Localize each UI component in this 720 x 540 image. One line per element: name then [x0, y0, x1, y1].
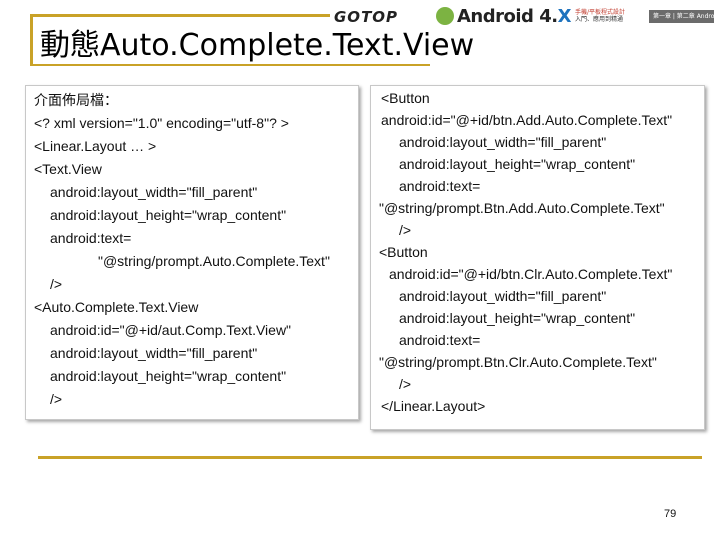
code-line: android:layout_height="wrap_content"	[399, 310, 636, 326]
code-line: android:text=	[50, 230, 132, 246]
book-logo-x: X	[557, 5, 572, 27]
code-line: android:id="@+id/btn.Add.Auto.Complete.T…	[381, 112, 673, 128]
code-line: android:layout_width="fill_parent"	[50, 345, 258, 361]
code-line: "@string/prompt.Btn.Add.Auto.Complete.Te…	[379, 200, 665, 216]
header-left-bracket	[30, 14, 33, 66]
code-line: android:layout_height="wrap_content"	[50, 207, 287, 223]
code-line: android:text=	[399, 178, 481, 194]
slide-title-cjk: 動態	[40, 28, 100, 63]
slide-title: 動態Auto.Complete.Text.View	[40, 28, 474, 64]
code-line: android:layout_height="wrap_content"	[50, 368, 287, 384]
chapter-strip: 第一章 | 第二章 Android 1.x ~ 4.x	[648, 9, 714, 23]
code-line: android:id="@+id/aut.Comp.Text.View"	[50, 322, 292, 338]
code-line: 介面佈局檔：	[34, 92, 118, 108]
code-line: android:layout_width="fill_parent"	[399, 288, 607, 304]
book-logo: Android 4.X	[457, 6, 571, 27]
code-line: android:layout_height="wrap_content"	[399, 156, 636, 172]
layout-code-box-right: <Button android:id="@+id/btn.Add.Auto.Co…	[370, 85, 705, 430]
code-line: <? xml version="1.0" encoding="utf-8"? >	[34, 115, 289, 131]
code-line: android:layout_width="fill_parent"	[50, 184, 258, 200]
code-line: "@string/prompt.Auto.Complete.Text"	[98, 253, 330, 269]
book-tagline: 手機/平板程式設計 入門、應用到精通	[575, 9, 645, 23]
layout-code-box-left: 介面佈局檔： <? xml version="1.0" encoding="ut…	[25, 85, 359, 420]
slide-title-latin: Auto.Complete.Text.View	[100, 28, 475, 63]
publisher-logo: GOTOP	[334, 8, 399, 26]
page-number: 79	[664, 508, 677, 520]
code-line: />	[50, 276, 63, 292]
code-line: <Button	[381, 90, 430, 106]
book-logo-main: Android 4.	[457, 5, 558, 27]
header-top-rule	[30, 14, 330, 17]
tagline-line1: 手機/平板程式設計	[574, 9, 625, 16]
code-line: "@string/prompt.Btn.Clr.Auto.Complete.Te…	[379, 354, 657, 370]
code-line: <Button	[379, 244, 428, 260]
code-line: android:layout_width="fill_parent"	[399, 134, 607, 150]
code-line: android:id="@+id/btn.Clr.Auto.Complete.T…	[389, 266, 673, 282]
code-line: android:text=	[399, 332, 481, 348]
code-line: </Linear.Layout>	[381, 398, 486, 414]
tagline-line2: 入門、應用到精通	[574, 16, 623, 23]
book-brand-banner: Android 4.X 手機/平板程式設計 入門、應用到精通 第一章 | 第二章…	[436, 5, 714, 27]
footer-rule	[38, 456, 702, 459]
code-line: <Auto.Complete.Text.View	[34, 299, 199, 315]
code-line: />	[399, 376, 412, 392]
code-line: <Text.View	[34, 161, 102, 177]
code-line: />	[50, 391, 63, 407]
code-line: <Linear.Layout … >	[34, 138, 157, 154]
code-line: />	[399, 222, 412, 238]
android-logo-icon	[436, 7, 454, 25]
title-underline	[30, 64, 430, 66]
